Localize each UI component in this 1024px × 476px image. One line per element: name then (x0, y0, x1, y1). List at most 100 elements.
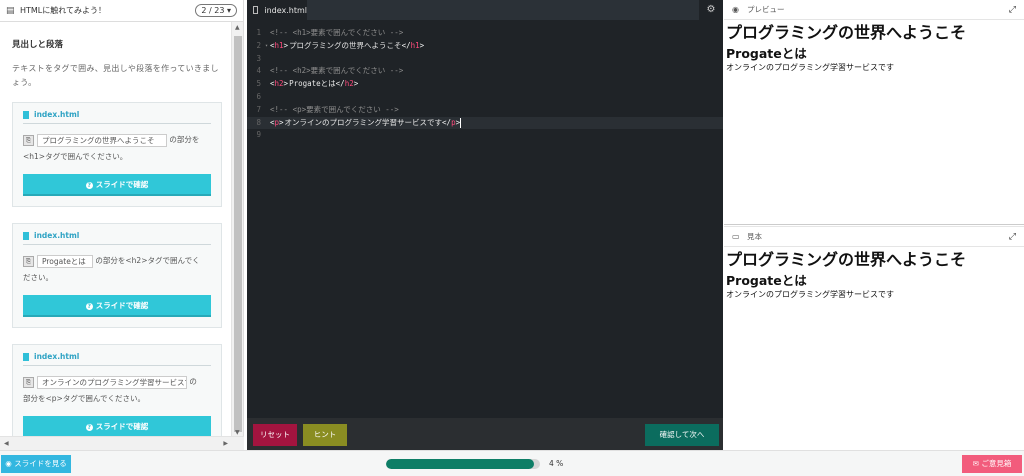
tag-bracket: > (353, 79, 359, 89)
preview-panel: ◉ プレビュー ⤢ プログラミングの世界へようこそ Progateとは オンライ… (724, 0, 1024, 225)
code-line[interactable]: 8 <p>オンラインのプログラミング学習サービスです</p> (247, 116, 723, 130)
divider (23, 123, 211, 124)
tag-bracket: </ (401, 40, 411, 50)
slide-confirm-button[interactable]: ? スライドで確認 (23, 295, 211, 317)
question-icon: ? (85, 303, 93, 310)
line-number: 9 (256, 130, 261, 140)
tag-name: h2 (344, 79, 354, 89)
scrollbar-thumb[interactable] (234, 36, 242, 432)
gear-icon[interactable]: ⚙ (699, 0, 723, 20)
task-card: index.html ⎘ Progateとは の部分を<h2>タグで囲んでく ださ… (12, 223, 222, 328)
text-caret (460, 117, 462, 128)
sample-h2: Progateとは (726, 273, 807, 288)
editor-tabbar: index.html (247, 0, 723, 20)
slide-pager[interactable]: 2 / 23 ▾ (195, 4, 237, 17)
tag-name: h1 (274, 40, 284, 50)
preview-render: プログラミングの世界へようこそ Progateとは オンラインのプログラミング学… (724, 20, 1024, 77)
slide-confirm-button[interactable]: ? スライドで確認 (23, 174, 211, 196)
sample-h1: プログラミングの世界へようこそ (726, 250, 967, 269)
line-number: 4 (256, 66, 261, 76)
preview-p: オンラインのプログラミング学習サービスです (726, 63, 894, 72)
task-file-label: index.html (23, 231, 211, 240)
code-line[interactable]: 2 ▾ <h1>プログラミングの世界へようこそ</h1> (247, 40, 723, 53)
instructions-panel: ▤ HTMLに触れてみよう！ 2 / 23 ▾ 見出しと段落 テキストをタグで囲… (0, 0, 244, 450)
instructions-scroll[interactable]: 見出しと段落 テキストをタグで囲み、見出しや段落を作っていきましょう。 inde… (0, 22, 232, 440)
output-panels: ◉ プレビュー ⤢ プログラミングの世界へようこそ Progateとは オンライ… (724, 0, 1024, 450)
code-text: <!-- <p>要素で囲んでください --> (269, 104, 399, 117)
task-card: index.html ⎘ プログラミングの世界へようこそ の部分を <h1>タグで… (12, 102, 222, 207)
code-line[interactable]: 9 (247, 129, 723, 142)
task-file-name: index.html (34, 110, 80, 119)
code-text: <!-- <h1>要素で囲んでください --> (269, 27, 403, 40)
code-editor[interactable]: index.html ⚙ 1 <!-- <h1>要素で囲んでください --> 2 ▾ <… (247, 0, 723, 450)
code-line[interactable]: 7 <!-- <p>要素で囲んでください --> (247, 104, 723, 117)
tag-name: h2 (274, 79, 284, 89)
scroll-right-icon[interactable]: ▶ (223, 440, 228, 447)
view-slides-button[interactable]: ◉ スライドを見る (1, 455, 71, 473)
horizontal-scrollbar[interactable]: ◀ ▶ (0, 436, 244, 450)
hint-button[interactable]: ヒント (303, 424, 347, 446)
line-number: 3 (256, 53, 261, 63)
line-number: 2 (256, 40, 261, 50)
line-number: 1 (256, 28, 261, 37)
question-icon: ? (85, 424, 93, 431)
pager-label: 2 / 23 (201, 6, 225, 15)
book-icon: ▤ (6, 5, 15, 16)
line-number: 5 (256, 79, 261, 89)
task-text: <h1>タグで囲んでください。 (23, 152, 128, 161)
file-icon (23, 110, 29, 119)
sample-render: プログラミングの世界へようこそ Progateとは オンラインのプログラミング学… (724, 247, 1024, 304)
code-area[interactable]: 1 <!-- <h1>要素で囲んでください --> 2 ▾ <h1>プログラミングの世界… (247, 27, 723, 142)
lesson-title: HTMLに触れてみよう！ (20, 6, 107, 15)
expand-icon[interactable]: ⤢ (1009, 5, 1016, 15)
task-code-snippet[interactable]: Progateとは (37, 254, 93, 268)
feedback-button[interactable]: ✉ ご意見箱 (962, 455, 1022, 473)
task-instruction: ⎘ プログラミングの世界へようこそ の部分を <h1>タグで囲んでください。 (23, 131, 211, 165)
sample-label: 見本 (747, 232, 762, 241)
tab-label: index.html (264, 5, 307, 15)
divider (23, 244, 211, 245)
scroll-down-icon[interactable]: ▼ (235, 429, 240, 436)
tag-content: プログラミングの世界へようこそ (289, 40, 402, 50)
code-line[interactable]: 6 (247, 91, 723, 104)
task-instruction: ⎘ オンラインのプログラミング学習サービスです の 部分を<p>タグで囲んでくださ… (23, 373, 211, 407)
divider (23, 365, 211, 366)
tag-bracket: > (419, 40, 425, 50)
vertical-scrollbar[interactable]: ▲ ▼ (231, 22, 243, 436)
copy-icon[interactable]: ⎘ (23, 134, 34, 146)
section-title: 見出しと段落 (12, 40, 64, 50)
task-file-label: index.html (23, 110, 211, 119)
code-line[interactable]: 3 (247, 53, 723, 66)
slide-confirm-button[interactable]: ? スライドで確認 (23, 416, 211, 438)
eye-icon: ◉ (5, 459, 15, 468)
slide-confirm-label: スライドで確認 (95, 422, 149, 431)
task-code-snippet[interactable]: プログラミングの世界へようこそ (37, 133, 167, 147)
feedback-label: ご意見箱 (981, 459, 1012, 468)
scroll-left-icon[interactable]: ◀ (4, 440, 9, 447)
task-text: の部分を<h2>タグで囲んでく (95, 256, 200, 265)
tag-name: h1 (410, 40, 420, 50)
code-line[interactable]: 4 <!-- <h2>要素で囲んでください --> (247, 65, 723, 78)
copy-icon[interactable]: ⎘ (23, 376, 34, 388)
task-code-snippet[interactable]: オンラインのプログラミング学習サービスです (37, 375, 187, 389)
check-and-next-button[interactable]: 確認して次へ (645, 424, 719, 446)
code-comment: <!-- <h1>要素で囲んでください --> (270, 28, 404, 37)
code-line[interactable]: 1 <!-- <h1>要素で囲んでください --> (247, 27, 723, 40)
expand-icon[interactable]: ⤢ (1009, 232, 1016, 242)
code-line[interactable]: 5 <h2>Progateとは</h2> (247, 78, 723, 91)
scroll-up-icon[interactable]: ▲ (235, 24, 240, 31)
task-text: の (189, 377, 197, 386)
line-number: 8 (256, 117, 261, 127)
chevron-down-icon: ▾ (226, 6, 231, 15)
preview-h2: Progateとは (726, 46, 807, 61)
reset-button[interactable]: リセット (253, 424, 297, 446)
slide-confirm-label: スライドで確認 (95, 301, 149, 310)
tab-index-html[interactable]: index.html (247, 0, 307, 20)
copy-icon[interactable]: ⎘ (23, 255, 34, 267)
line-number: 7 (256, 104, 261, 114)
file-icon (253, 6, 259, 14)
file-icon (23, 352, 29, 361)
tag-content: Progateとは (289, 79, 336, 89)
